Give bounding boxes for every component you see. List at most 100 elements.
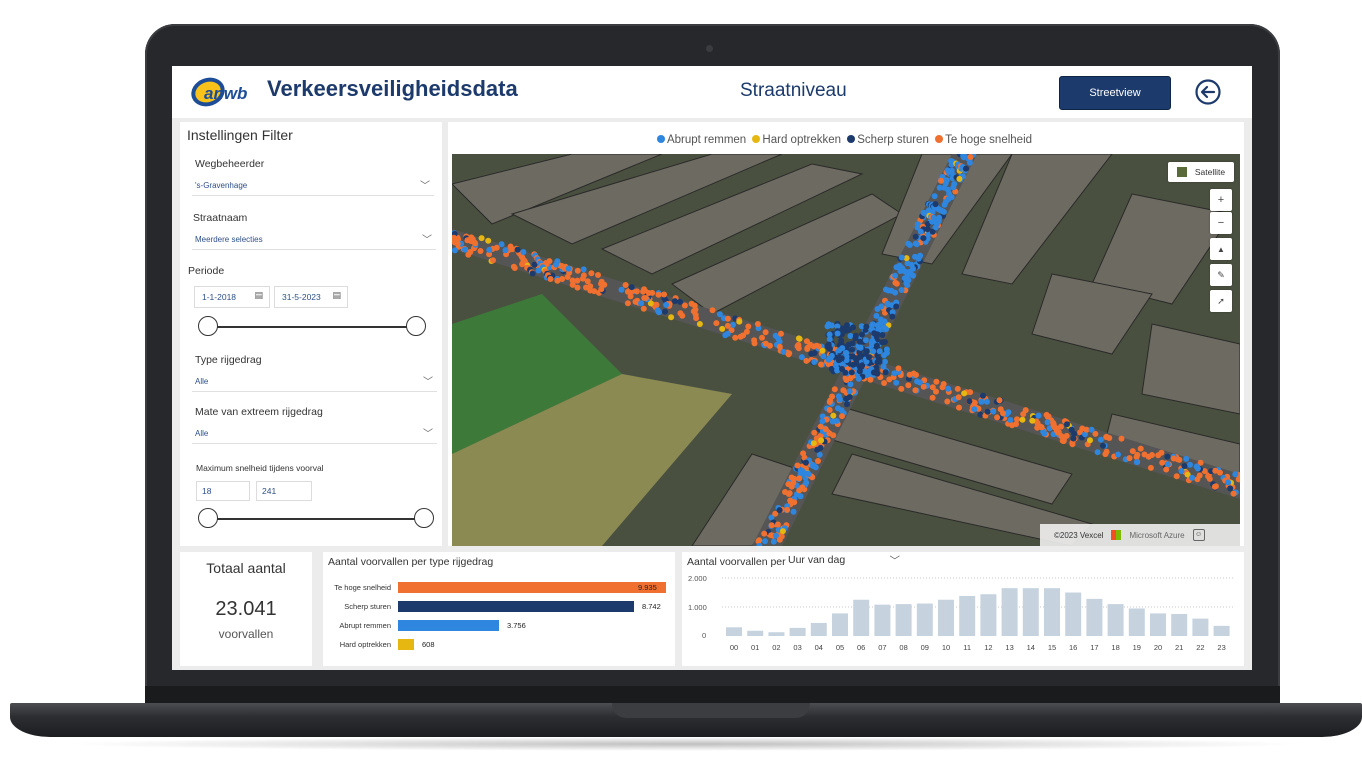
type-bar[interactable] [398, 639, 414, 650]
incident-dot [826, 336, 833, 343]
incident-dot [882, 358, 888, 365]
hour-bar[interactable] [1192, 618, 1209, 636]
hour-bar[interactable] [938, 599, 954, 636]
hour-bar[interactable] [1022, 588, 1039, 636]
incident-dot [906, 242, 913, 248]
x-tick-label: 12 [984, 643, 992, 652]
incident-dot [794, 462, 801, 469]
incident-dot [791, 475, 798, 482]
hour-bar[interactable] [959, 595, 976, 636]
hour-bar[interactable] [1213, 625, 1230, 636]
hour-bar[interactable] [874, 604, 891, 636]
hour-bar[interactable] [726, 627, 742, 636]
streetview-button[interactable]: Streetview [1059, 76, 1171, 110]
satellite-toggle[interactable]: Satellite [1168, 162, 1234, 182]
incident-dot [946, 190, 953, 197]
hour-bar[interactable] [1086, 598, 1103, 636]
hour-bar[interactable] [1128, 608, 1145, 636]
hour-bar[interactable] [768, 632, 785, 636]
x-tick-label: 07 [878, 643, 886, 652]
incident-dot [1194, 465, 1201, 472]
incident-dot [910, 370, 917, 377]
map-canvas[interactable] [452, 154, 1240, 546]
incident-dot [640, 288, 647, 295]
incident-dot [857, 344, 864, 351]
type-bar[interactable] [398, 582, 666, 593]
zoom-out-icon[interactable]: − [1210, 212, 1232, 234]
hour-bar[interactable] [832, 613, 848, 636]
snelheid-max-input[interactable]: 241 [256, 481, 312, 501]
incident-dot [873, 312, 880, 319]
incident-dot [863, 323, 870, 330]
hour-bar[interactable] [916, 603, 933, 636]
incident-dot [1005, 409, 1012, 416]
hour-bar[interactable] [1107, 604, 1124, 636]
incident-dot [895, 365, 902, 372]
x-tick-label: 09 [921, 643, 929, 652]
incident-dot [939, 384, 946, 391]
header: anwb Verkeersveiligheidsdata Straatnivea… [172, 66, 1252, 118]
select-icon[interactable]: ➚ [1210, 290, 1232, 312]
incident-dot [912, 387, 919, 394]
incident-dot [574, 267, 581, 274]
incident-dot [893, 303, 900, 310]
snelheid-slider-min-handle[interactable] [198, 508, 218, 528]
hour-bar[interactable] [810, 622, 827, 636]
periode-slider-min-handle[interactable] [198, 316, 218, 336]
feedback-icon[interactable]: ☺ [1192, 529, 1205, 541]
back-arrow-icon[interactable] [1194, 78, 1222, 106]
x-tick-label: 19 [1133, 643, 1141, 652]
hour-bar[interactable] [1171, 613, 1188, 636]
incident-dot [824, 323, 831, 330]
type-select[interactable]: Alle ﹀ [192, 373, 437, 392]
incident-dot [840, 387, 847, 394]
incident-dot [1147, 464, 1154, 471]
draw-icon[interactable]: ✎ [1210, 264, 1232, 286]
incident-dot [933, 388, 939, 395]
hour-bar[interactable] [747, 630, 764, 636]
x-tick-label: 01 [751, 643, 759, 652]
snelheid-slider-track[interactable] [206, 518, 424, 520]
periode-slider-max-handle[interactable] [406, 316, 426, 336]
hour-bar[interactable] [853, 599, 870, 636]
screen: anwb Verkeersveiligheidsdata Straatnivea… [172, 66, 1252, 670]
incident-dot [730, 321, 736, 328]
tilt-icon[interactable]: ▲ [1210, 238, 1232, 260]
hour-bar[interactable] [1001, 588, 1018, 636]
x-tick-label: 08 [899, 643, 907, 652]
incident-dot [1087, 437, 1093, 444]
hour-dropdown[interactable]: Uur van dag ﹀ [788, 554, 900, 570]
hour-bar[interactable] [1065, 592, 1082, 637]
incident-dot [1133, 459, 1140, 466]
periode-slider-track[interactable] [206, 326, 416, 328]
hour-bar[interactable] [1044, 588, 1060, 636]
incident-dot [1069, 441, 1076, 448]
incident-dot [839, 413, 845, 420]
straatnaam-select[interactable]: Meerdere selecties ﹀ [192, 231, 436, 250]
snelheid-min-input[interactable]: 18 [196, 481, 250, 501]
incident-dot [1029, 417, 1036, 424]
hour-bar[interactable] [980, 594, 997, 636]
hour-bar[interactable] [1150, 613, 1166, 636]
mate-select[interactable]: Alle ﹀ [192, 425, 437, 444]
incident-dot [850, 361, 857, 368]
periode-start-input[interactable]: 1-1-2018 ▤ [194, 286, 270, 308]
satellite-map[interactable]: Satellite + − ▲ ✎ ➚ ©2023 Vexcel Microso… [452, 154, 1240, 546]
calendar-icon[interactable]: ▤ [332, 290, 341, 301]
incident-dot [799, 484, 806, 491]
incident-dot [815, 343, 822, 350]
zoom-in-icon[interactable]: + [1210, 189, 1232, 211]
type-bar[interactable] [398, 601, 634, 612]
incident-dot [601, 281, 608, 288]
incident-dot [873, 342, 880, 349]
type-label: Type rijgedrag [195, 354, 262, 366]
incident-dot [486, 246, 493, 253]
calendar-icon[interactable]: ▤ [254, 290, 263, 301]
wegbeheerder-value: 's-Gravenhage [195, 181, 248, 190]
hour-bar[interactable] [895, 604, 912, 636]
snelheid-slider-max-handle[interactable] [414, 508, 434, 528]
periode-end-input[interactable]: 31-5-2023 ▤ [274, 286, 348, 308]
wegbeheerder-select[interactable]: 's-Gravenhage ﹀ [192, 177, 434, 196]
type-bar[interactable] [398, 620, 499, 631]
hour-bar[interactable] [789, 627, 806, 636]
